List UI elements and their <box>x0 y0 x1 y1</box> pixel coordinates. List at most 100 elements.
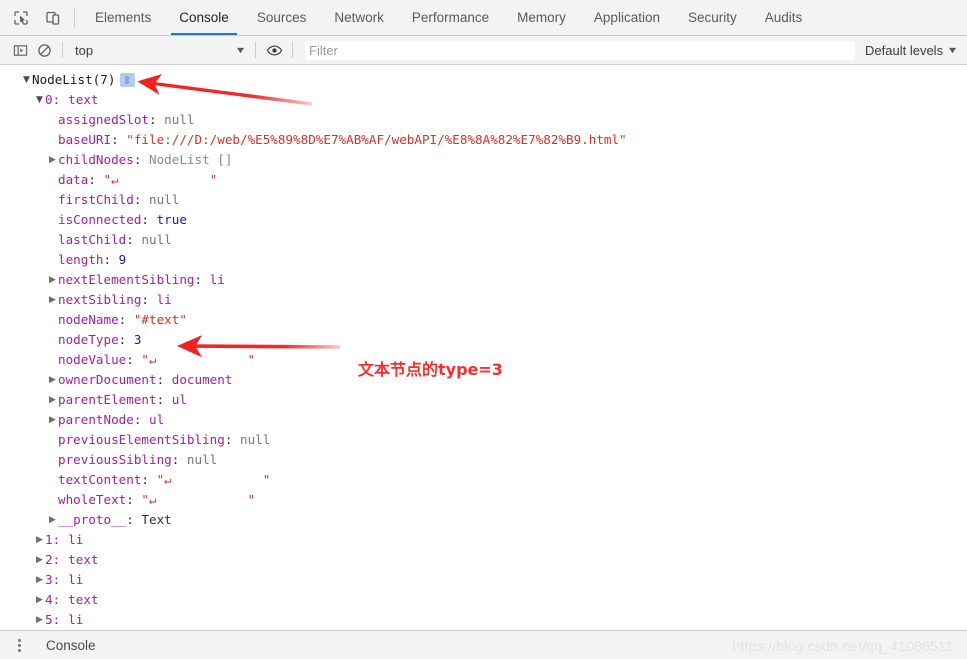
property-key: data <box>58 172 89 187</box>
console-row-property[interactable]: data: "↵ " <box>0 170 967 190</box>
entry-index: 3: <box>45 572 61 587</box>
expand-triangle-icon[interactable]: ▶ <box>34 570 45 590</box>
tab-memory[interactable]: Memory <box>503 0 580 35</box>
execution-context-value: top <box>75 42 94 58</box>
property-key: nextSibling <box>58 292 142 307</box>
device-toolbar-icon[interactable] <box>42 7 64 29</box>
property-separator: : <box>118 312 134 327</box>
console-row-property[interactable]: previousElementSibling: null <box>0 430 967 450</box>
entry-type: text <box>68 552 99 567</box>
console-row-property[interactable]: assignedSlot: null <box>0 110 967 130</box>
expand-triangle-icon[interactable]: ▼ <box>34 90 45 110</box>
tab-console[interactable]: Console <box>165 0 243 35</box>
tab-network[interactable]: Network <box>320 0 398 35</box>
console-row-property[interactable]: ▶ childNodes: NodeList [] <box>0 150 967 170</box>
expand-triangle-icon[interactable]: ▶ <box>47 390 58 410</box>
nodelist-items: ▶ 1: li ▶ 2: text ▶ 3: li ▶ 4: text ▶ 5: li <box>0 530 967 630</box>
tab-elements[interactable]: Elements <box>81 0 165 35</box>
expand-triangle-icon[interactable]: ▶ <box>34 530 45 550</box>
property-key: nodeName <box>58 312 119 327</box>
property-value: 9 <box>118 252 127 267</box>
console-row-entry-1[interactable]: ▶ 1: li <box>0 530 967 550</box>
console-row-entry-5[interactable]: ▶ 5: li <box>0 610 967 630</box>
expand-triangle-icon[interactable]: ▶ <box>47 270 58 290</box>
clear-console-icon[interactable] <box>32 39 56 61</box>
info-badge-icon <box>120 73 136 87</box>
property-value: "↵ " <box>156 472 271 487</box>
expand-triangle-icon[interactable]: ▶ <box>47 290 58 310</box>
tab-application[interactable]: Application <box>580 0 674 35</box>
property-value: null <box>164 112 195 127</box>
toolbar-divider-1 <box>62 42 63 58</box>
expand-triangle-icon[interactable]: ▶ <box>47 370 58 390</box>
expand-triangle-icon[interactable]: ▼ <box>21 70 32 90</box>
log-levels-select[interactable]: Default levels ▼ <box>861 43 967 58</box>
property-key: __proto__ <box>58 512 127 527</box>
console-row-property[interactable]: length: 9 <box>0 250 967 270</box>
property-separator: : <box>133 152 149 167</box>
console-row-property[interactable]: previousSibling: null <box>0 450 967 470</box>
status-bar-label: Console <box>46 637 96 653</box>
expand-triangle-icon[interactable]: ▶ <box>34 550 45 570</box>
property-separator: : <box>156 392 172 407</box>
tab-performance[interactable]: Performance <box>398 0 503 35</box>
expand-triangle-icon[interactable]: ▶ <box>47 410 58 430</box>
console-row-entry-3[interactable]: ▶ 3: li <box>0 570 967 590</box>
console-row-entry-4[interactable]: ▶ 4: text <box>0 590 967 610</box>
devtools-tabbar: Elements Console Sources Network Perform… <box>0 0 967 36</box>
property-separator: : <box>149 112 165 127</box>
console-row-entry-0[interactable]: ▼ 0: text <box>0 90 967 110</box>
console-row-property[interactable]: baseURI: "file:///D:/web/%E5%89%8D%E7%AB… <box>0 130 967 150</box>
console-row-property[interactable]: isConnected: true <box>0 210 967 230</box>
console-row-property[interactable]: ▶ nextSibling: li <box>0 290 967 310</box>
filter-input[interactable] <box>305 40 856 60</box>
property-separator: : <box>194 272 210 287</box>
toolbar-divider-3 <box>292 42 293 58</box>
property-value: null <box>239 432 271 447</box>
tabbar-tool-icons <box>0 0 70 35</box>
property-separator: : <box>118 332 134 347</box>
watermark: https://blog.csdn.net/qq_41086511 <box>732 638 953 654</box>
property-key: parentNode <box>58 412 134 427</box>
entry-type: li <box>68 532 84 547</box>
property-separator: : <box>171 452 187 467</box>
console-row-property[interactable]: ▶ parentElement: ul <box>0 390 967 410</box>
tab-label: Elements <box>95 10 152 25</box>
console-row-property[interactable]: nodeName: "#text" <box>0 310 967 330</box>
console-sidebar-icon[interactable] <box>8 39 32 61</box>
tab-label: Security <box>687 10 737 25</box>
expand-triangle-icon[interactable]: ▶ <box>47 510 58 530</box>
console-row-property[interactable]: wholeText: "↵ " <box>0 490 967 510</box>
property-value: 3 <box>133 332 142 347</box>
property-value: true <box>156 212 187 227</box>
expand-triangle-icon[interactable]: ▶ <box>34 590 45 610</box>
property-separator: : <box>141 472 157 487</box>
console-row-entry-2[interactable]: ▶ 2: text <box>0 550 967 570</box>
live-expression-eye-icon[interactable] <box>262 39 286 61</box>
more-options-kebab-icon[interactable] <box>10 638 28 652</box>
console-row-nodelist-root[interactable]: ▼ NodeList(7) <box>0 70 967 90</box>
execution-context-select[interactable]: top ▼ <box>75 43 249 58</box>
property-value: Text <box>141 512 172 527</box>
property-separator: : <box>126 512 142 527</box>
console-row-property[interactable]: textContent: "↵ " <box>0 470 967 490</box>
console-row-property[interactable]: firstChild: null <box>0 190 967 210</box>
property-list: assignedSlot: null baseURI: "file:///D:/w… <box>0 110 967 510</box>
console-row-property[interactable]: ▶ nextElementSibling: li <box>0 270 967 290</box>
tab-sources[interactable]: Sources <box>243 0 321 35</box>
console-row-property[interactable]: ▶ parentNode: ul <box>0 410 967 430</box>
console-row-property[interactable]: lastChild: null <box>0 230 967 250</box>
console-row-proto[interactable]: ▶ __proto__ : Text <box>0 510 967 530</box>
property-value: null <box>186 452 218 467</box>
entry-type: li <box>68 612 84 627</box>
property-key: assignedSlot <box>58 112 149 127</box>
expand-triangle-icon[interactable]: ▶ <box>47 150 58 170</box>
console-row-property[interactable]: nodeType: 3 <box>0 330 967 350</box>
entry-type: text <box>68 92 99 107</box>
inspect-element-icon[interactable] <box>10 7 32 29</box>
property-separator: : <box>111 132 127 147</box>
tab-audits[interactable]: Audits <box>751 0 817 35</box>
tab-security[interactable]: Security <box>674 0 751 35</box>
tab-label: Sources <box>256 10 307 25</box>
expand-triangle-icon[interactable]: ▶ <box>34 610 45 630</box>
